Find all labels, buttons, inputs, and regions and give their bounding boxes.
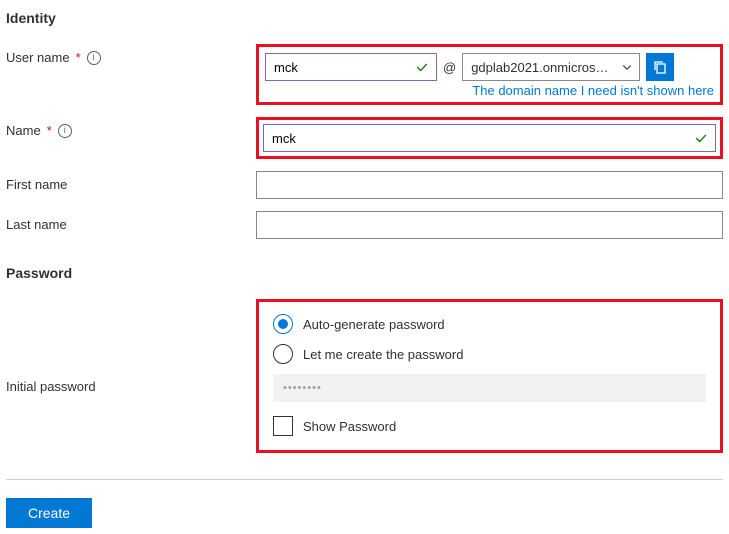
password-heading: Password [6, 265, 723, 281]
name-label: Name * i [6, 117, 256, 138]
at-sign: @ [443, 60, 456, 75]
info-icon[interactable]: i [87, 51, 101, 65]
username-highlight-box: @ gdplab2021.onmicrosoft.... The domain … [256, 44, 723, 105]
firstname-input[interactable] [256, 171, 723, 199]
required-asterisk: * [47, 123, 52, 138]
copy-button[interactable] [646, 53, 674, 81]
checkbox-icon [273, 416, 293, 436]
username-input[interactable] [265, 53, 437, 81]
create-button[interactable]: Create [6, 498, 92, 528]
name-input[interactable] [263, 124, 716, 152]
initial-password-input: •••••••• [273, 374, 706, 402]
identity-heading: Identity [6, 10, 723, 26]
lastname-input[interactable] [256, 211, 723, 239]
domain-helper-link[interactable]: The domain name I need isn't shown here [265, 83, 714, 98]
radio-icon [273, 314, 293, 334]
divider [6, 479, 723, 480]
domain-select[interactable]: gdplab2021.onmicrosoft.... [462, 53, 640, 81]
lastname-label: Last name [6, 211, 256, 232]
name-highlight-box [256, 117, 723, 159]
required-asterisk: * [76, 50, 81, 65]
password-highlight-box: Auto-generate password Let me create the… [256, 299, 723, 453]
radio-icon [273, 344, 293, 364]
username-label: User name * i [6, 44, 256, 65]
radio-manual-password[interactable]: Let me create the password [273, 344, 706, 364]
info-icon[interactable]: i [58, 124, 72, 138]
initial-password-label: Initial password [6, 299, 256, 394]
radio-auto-generate[interactable]: Auto-generate password [273, 314, 706, 334]
chevron-down-icon [621, 61, 633, 73]
show-password-checkbox[interactable]: Show Password [273, 416, 706, 436]
firstname-label: First name [6, 171, 256, 192]
